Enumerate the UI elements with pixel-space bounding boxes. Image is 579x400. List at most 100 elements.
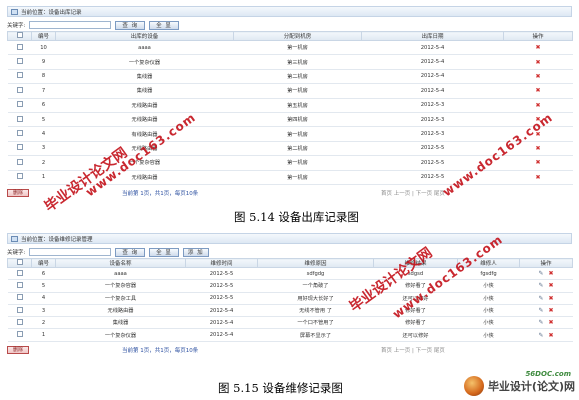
- table-row: 6 aaaa 2012-5-5 sdfgdg sdgsd fgsdfg ✎ ✖: [7, 267, 573, 281]
- action-cell: ✖: [503, 40, 573, 56]
- breadcrumb-text: 当前位置：设备维修记录管理: [21, 236, 93, 243]
- row-checkbox[interactable]: [16, 101, 23, 108]
- close-icon[interactable]: ✖: [549, 295, 554, 302]
- show-all-button[interactable]: 全 显: [149, 247, 179, 257]
- row-date: 2012-5-4: [361, 54, 504, 70]
- row-checkbox[interactable]: [16, 72, 23, 79]
- pencil-icon[interactable]: ✎: [538, 270, 543, 277]
- select-cell: [7, 155, 32, 171]
- column-header: 编号: [31, 31, 56, 41]
- table-row: 9 一个复杂仪器 第三机房 2012-5-4 ✖: [7, 54, 573, 70]
- row-checkbox[interactable]: [16, 173, 23, 180]
- select-cell: [7, 83, 32, 99]
- close-icon[interactable]: ✖: [535, 174, 540, 181]
- row-device: 一个复杂工具: [55, 292, 186, 305]
- delete-selected-button[interactable]: 删除: [7, 188, 29, 197]
- row-checkbox[interactable]: [16, 294, 23, 301]
- table-row: 10 aaaa 第一机房 2012-5-4 ✖: [7, 40, 573, 56]
- column-header: 操作: [519, 258, 573, 268]
- pencil-icon[interactable]: ✎: [538, 307, 543, 314]
- close-icon[interactable]: ✖: [549, 332, 554, 339]
- row-checkbox[interactable]: [16, 318, 23, 325]
- row-time: 2012-5-5: [185, 267, 258, 281]
- close-icon[interactable]: ✖: [549, 307, 554, 314]
- close-icon[interactable]: ✖: [549, 270, 554, 277]
- row-checkbox[interactable]: [16, 331, 23, 338]
- action-cell: ✎ ✖: [519, 267, 573, 281]
- row-date: 2012-5-4: [361, 69, 504, 85]
- figure-caption: 图 5.14 设备出库记录图: [234, 210, 359, 224]
- add-button[interactable]: 添 加: [182, 247, 209, 257]
- row-checkbox[interactable]: [16, 158, 23, 165]
- table-row: 1 一个复杂仪器 2012-5-4 屏幕不显示了 还可以修好 小侠 ✎ ✖: [7, 328, 573, 342]
- show-all-button[interactable]: 全 显: [149, 20, 179, 30]
- pencil-icon[interactable]: ✎: [538, 282, 543, 289]
- row-person: 小侠: [457, 279, 520, 293]
- action-cell: ✎ ✖: [519, 304, 573, 318]
- pager-nav[interactable]: 首页 上一页 | 下一页 尾页: [381, 189, 445, 197]
- row-checkbox[interactable]: [16, 144, 23, 151]
- action-cell: ✖: [503, 170, 573, 185]
- column-header: 分配到机房: [233, 31, 362, 41]
- pencil-icon[interactable]: ✎: [538, 332, 543, 339]
- close-icon[interactable]: ✖: [535, 159, 540, 166]
- row-device: aaaa: [55, 40, 234, 56]
- keyword-input[interactable]: [29, 21, 112, 29]
- row-checkbox[interactable]: [16, 43, 23, 50]
- row-room: 第一机房: [233, 155, 362, 171]
- select-cell: [7, 292, 32, 305]
- table-row: 3 无线路由器 2012-5-4 无线不管用 了修好看了 小侠 ✎ ✖: [7, 304, 573, 318]
- select-cell: [7, 126, 32, 142]
- row-checkbox[interactable]: [16, 130, 23, 137]
- row-id: 10: [31, 40, 56, 56]
- close-icon[interactable]: ✖: [535, 59, 540, 66]
- row-device: 无线路由器: [55, 98, 234, 113]
- pencil-icon[interactable]: ✎: [538, 295, 543, 302]
- action-cell: ✖: [503, 98, 573, 113]
- pager-info: 当前第 1页，共1页，每页10条: [122, 347, 199, 354]
- close-icon[interactable]: ✖: [535, 87, 540, 94]
- action-cell: ✖: [503, 155, 573, 171]
- action-cell: ✎ ✖: [519, 292, 573, 305]
- pencil-icon[interactable]: ✎: [538, 319, 543, 326]
- row-checkbox[interactable]: [16, 86, 23, 93]
- table-row: 5 无线路由器 第四机房 2012-5-3 ✖: [7, 112, 573, 128]
- row-id: 1: [31, 170, 56, 185]
- select-cell: [7, 267, 32, 281]
- close-icon[interactable]: ✖: [535, 102, 540, 109]
- row-checkbox[interactable]: [16, 269, 23, 276]
- close-icon[interactable]: ✖: [535, 145, 540, 152]
- row-date: 2012-5-4: [361, 40, 504, 56]
- delete-selected-button[interactable]: 删除: [7, 345, 29, 354]
- table-row: 2 集线器 2012-5-4 一个口不管用了 修好看了 小侠 ✎ ✖: [7, 316, 573, 330]
- action-cell: ✎ ✖: [519, 316, 573, 330]
- row-device: 集线器: [55, 83, 234, 99]
- select-all-checkbox[interactable]: [16, 32, 23, 38]
- close-icon[interactable]: ✖: [549, 319, 554, 326]
- select-all-checkbox[interactable]: [16, 259, 23, 265]
- table-row: 7 集线器 第一机房 2012-5-4 ✖: [7, 83, 573, 99]
- globe-logo-icon: [463, 376, 484, 396]
- row-time: 2012-5-5: [185, 292, 258, 305]
- search-button[interactable]: 查 询: [115, 247, 146, 257]
- close-icon[interactable]: ✖: [549, 282, 554, 289]
- repair-table: 编号 设备名称 维修时间 维修原因 维修结果 维修人 操作 6 aaaa 2012-…: [7, 258, 573, 342]
- search-button[interactable]: 查 询: [115, 20, 146, 30]
- pager-nav[interactable]: 首页 上一页 | 下一页 尾页: [381, 346, 445, 354]
- row-reason: 屏幕不显示了: [257, 328, 374, 342]
- table-row: 6 无线路由器 第五机房 2012-5-3 ✖: [7, 98, 573, 113]
- row-checkbox[interactable]: [16, 115, 23, 122]
- select-cell: [7, 304, 32, 318]
- column-header: 维修原因: [257, 258, 374, 268]
- keyword-input[interactable]: [29, 248, 112, 256]
- table-row: 8 集线器 第二机房 2012-5-4 ✖: [7, 69, 573, 85]
- action-cell: ✖: [503, 54, 573, 70]
- row-device: 一个复杂仪器: [55, 328, 186, 342]
- repair-table-body: 6 aaaa 2012-5-5 sdfgdg sdgsd fgsdfg ✎ ✖ 5 一个复杂容器 2…: [7, 267, 573, 342]
- row-checkbox[interactable]: [16, 281, 23, 288]
- row-person: 小侠: [457, 328, 520, 342]
- row-checkbox[interactable]: [16, 58, 23, 65]
- row-checkbox[interactable]: [16, 306, 23, 313]
- close-icon[interactable]: ✖: [535, 44, 540, 51]
- close-icon[interactable]: ✖: [535, 73, 540, 80]
